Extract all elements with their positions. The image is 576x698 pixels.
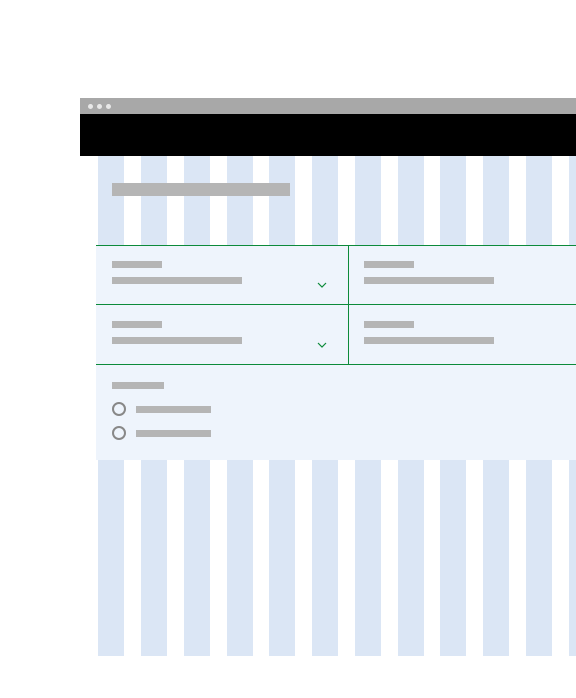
form-panel bbox=[96, 245, 576, 460]
field-label bbox=[112, 321, 162, 328]
radio-option-1[interactable] bbox=[112, 402, 211, 416]
grid-line bbox=[96, 364, 576, 365]
form-field-2[interactable] bbox=[364, 261, 494, 284]
chevron-down-icon[interactable] bbox=[317, 280, 327, 290]
field-value bbox=[112, 277, 242, 284]
grid-line bbox=[96, 245, 576, 246]
radio-label bbox=[136, 406, 211, 413]
radio-icon bbox=[112, 402, 126, 416]
field-label bbox=[364, 261, 414, 268]
app-header bbox=[80, 114, 576, 156]
browser-window bbox=[80, 98, 576, 698]
grid-line bbox=[348, 245, 349, 364]
content-area bbox=[80, 156, 576, 656]
field-value bbox=[364, 337, 494, 344]
grid-line bbox=[96, 304, 576, 305]
form-field-4[interactable] bbox=[364, 321, 494, 344]
chevron-down-icon[interactable] bbox=[317, 340, 327, 350]
field-label bbox=[364, 321, 414, 328]
form-field-1[interactable] bbox=[112, 261, 242, 284]
radio-group-title bbox=[112, 382, 164, 389]
radio-label bbox=[136, 430, 211, 437]
radio-group bbox=[112, 382, 211, 450]
field-value bbox=[364, 277, 494, 284]
radio-icon bbox=[112, 426, 126, 440]
field-label bbox=[112, 261, 162, 268]
form-field-3[interactable] bbox=[112, 321, 242, 344]
radio-option-2[interactable] bbox=[112, 426, 211, 440]
window-control-close[interactable] bbox=[88, 104, 93, 109]
window-titlebar bbox=[80, 98, 576, 114]
window-control-maximize[interactable] bbox=[106, 104, 111, 109]
field-value bbox=[112, 337, 242, 344]
window-control-minimize[interactable] bbox=[97, 104, 102, 109]
page-title bbox=[112, 183, 290, 196]
